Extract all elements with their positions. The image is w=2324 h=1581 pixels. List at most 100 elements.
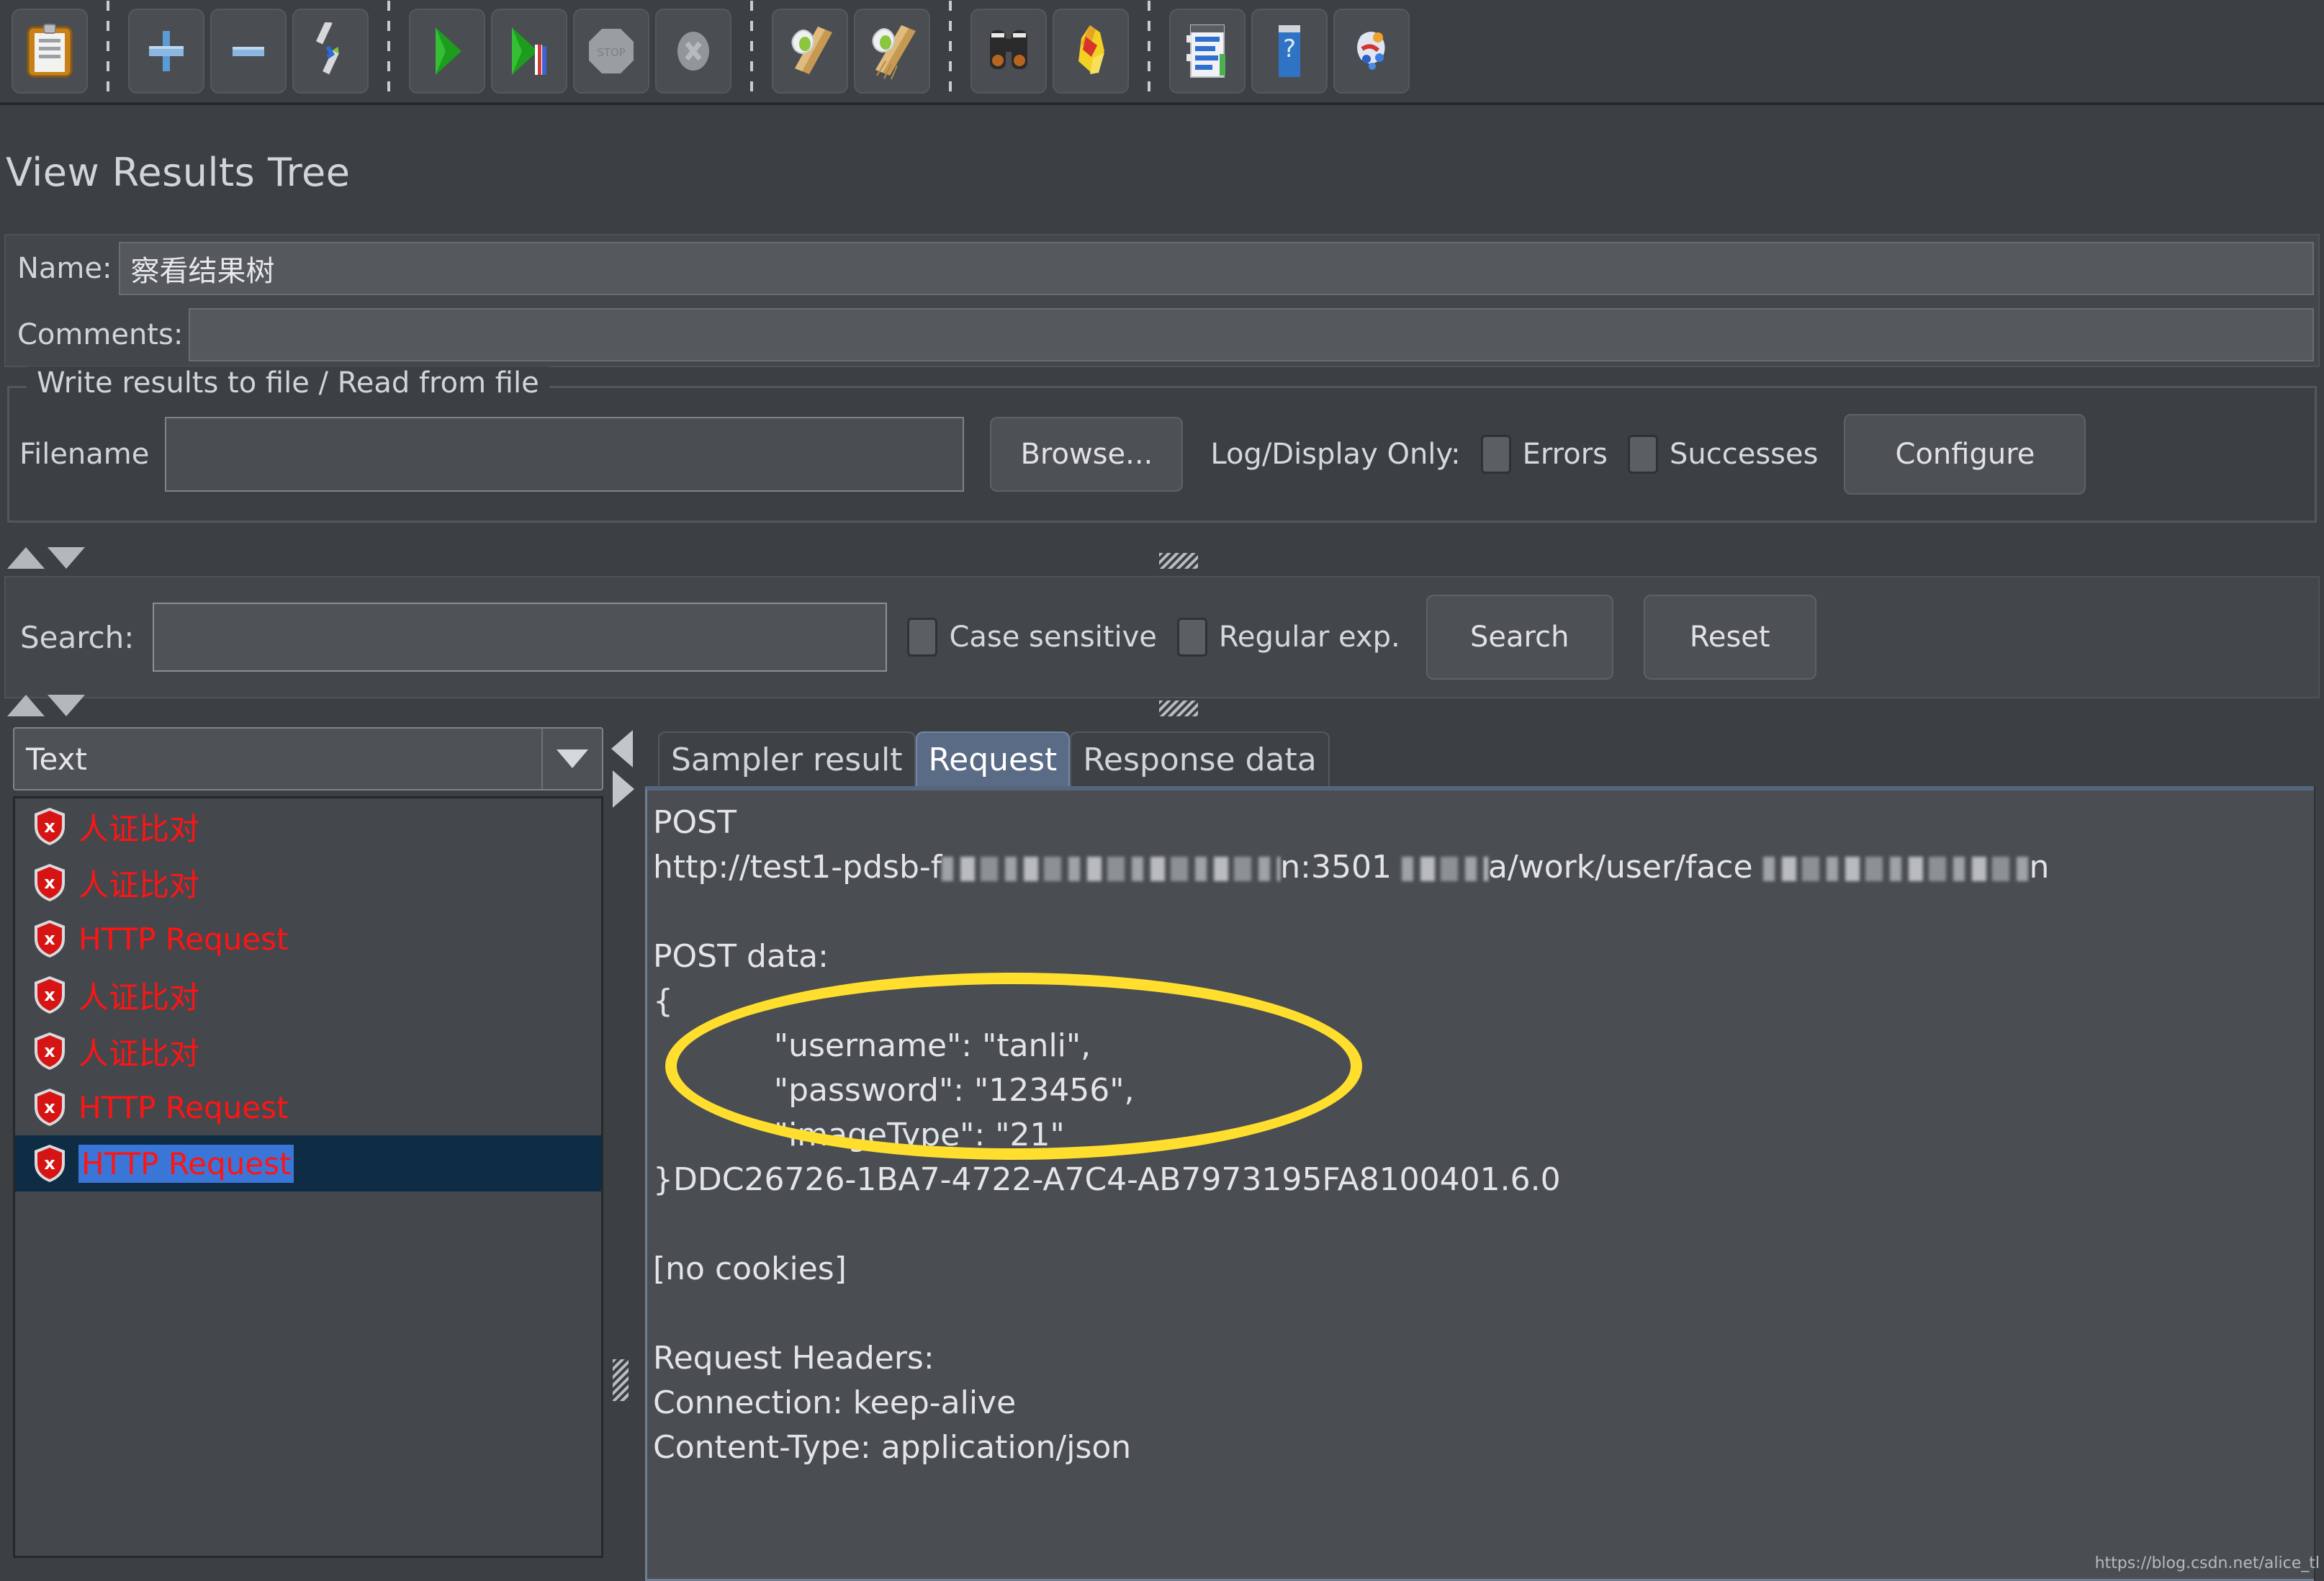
redacted-path-icon: [1402, 857, 1488, 881]
splitter-grip-vertical[interactable]: [613, 1359, 629, 1401]
renderer-select-arrow[interactable]: [541, 729, 602, 789]
yellow-broom-icon: [1064, 22, 1117, 80]
collapse-arrows-bottom[interactable]: [7, 695, 85, 716]
renderer-selected-value: Text: [14, 742, 541, 777]
search-label: Search:: [20, 620, 134, 655]
collapse-right-icon[interactable]: [613, 770, 634, 808]
toggle-button[interactable]: [292, 9, 369, 94]
tab-sampler-result[interactable]: Sampler result: [658, 731, 916, 786]
arrow-up-icon[interactable]: [7, 547, 45, 569]
binoculars-icon: [981, 26, 1036, 76]
request-url-suffix: n: [2030, 849, 2050, 886]
tree-item-label: HTTP Request: [78, 922, 288, 957]
tree-item-label: 人证比对: [78, 805, 199, 849]
request-headers-label: Request Headers:: [653, 1340, 934, 1377]
new-button[interactable]: [12, 9, 88, 94]
request-text-view[interactable]: POST http://test1-pdsb-fn:3501 a/work/us…: [645, 786, 2323, 1581]
comments-input[interactable]: [189, 308, 2314, 361]
arrow-down-icon[interactable]: [48, 695, 85, 716]
vertical-splitter[interactable]: [608, 726, 640, 1561]
reset-button[interactable]: Reset: [1644, 595, 1816, 680]
filename-input[interactable]: [165, 417, 964, 492]
renderer-select[interactable]: Text: [13, 727, 603, 790]
tree-row[interactable]: x HTTP Request: [15, 1135, 601, 1192]
main-toolbar: STOP: [0, 0, 2324, 105]
results-tree[interactable]: x 人证比对 x 人证比对 x HTTP Request: [13, 796, 603, 1558]
tree-row[interactable]: x 人证比对: [15, 798, 601, 855]
play-green-stripe-icon: [503, 24, 555, 78]
tree-row[interactable]: x 人证比对: [15, 855, 601, 911]
tree-item-label: 人证比对: [78, 1030, 199, 1073]
tree-row[interactable]: x 人证比对: [15, 1023, 601, 1079]
svg-text:x: x: [44, 816, 55, 837]
search-button[interactable]: [970, 9, 1047, 94]
svg-text:x: x: [44, 873, 55, 893]
svg-text:x: x: [44, 1153, 55, 1174]
add-button[interactable]: [128, 9, 204, 94]
svg-text:x: x: [44, 1097, 55, 1117]
name-input[interactable]: 察看结果树: [119, 242, 2314, 295]
toolbar-separator: [107, 1, 109, 102]
play-green-icon: [424, 24, 470, 78]
search-button[interactable]: Search: [1426, 595, 1613, 680]
text-view-right-edge: [2314, 786, 2324, 1581]
tab-request[interactable]: Request: [916, 731, 1071, 786]
tree-item-label: 人证比对: [78, 861, 199, 905]
right-pane: Sampler result Request Response data POS…: [642, 720, 2324, 1581]
search-bar: Search: Case sensitive Regular exp. Sear…: [4, 576, 2320, 698]
tree-item-label: HTTP Request: [78, 1145, 294, 1183]
filename-label: Filename: [19, 438, 149, 471]
colored-glyph-icon: [1345, 24, 1398, 78]
function-helper-button[interactable]: [1169, 9, 1246, 94]
regular-exp-label: Regular exp.: [1219, 621, 1400, 654]
reset-search-button[interactable]: [1053, 9, 1129, 94]
splitter-grip-bottom[interactable]: [1159, 701, 1198, 716]
regular-exp-checkbox[interactable]: [1177, 618, 1207, 657]
splitter-grip-top[interactable]: [1159, 553, 1198, 569]
minus-icon: [225, 28, 271, 74]
arrow-up-icon[interactable]: [7, 695, 45, 716]
successes-checkbox[interactable]: [1628, 435, 1658, 474]
shutdown-button[interactable]: [655, 9, 731, 94]
pencils-icon: [303, 22, 358, 80]
toolbar-separator: [1148, 1, 1150, 102]
configure-button[interactable]: Configure: [1844, 414, 2086, 495]
stop-sign-icon: STOP: [586, 26, 636, 76]
start-no-pauses-button[interactable]: [491, 9, 567, 94]
clear-all-button[interactable]: [854, 9, 930, 94]
left-pane: Text x 人证比对 x 人证比对: [13, 727, 603, 1562]
case-sensitive-label: Case sensitive: [949, 621, 1156, 654]
clear-button[interactable]: [772, 9, 848, 94]
svg-text:STOP: STOP: [597, 46, 626, 59]
plus-icon: [143, 28, 189, 74]
tree-row[interactable]: x 人证比对: [15, 967, 601, 1023]
search-input[interactable]: [153, 603, 887, 672]
request-url-path: a/work/user/face: [1488, 849, 1753, 886]
broom-green-icon: [782, 22, 838, 80]
tab-response-data[interactable]: Response data: [1070, 731, 1329, 786]
clipboard-icon: [24, 23, 76, 79]
json-password-line: "password": "123456",: [653, 1072, 1134, 1109]
remove-button[interactable]: [210, 9, 287, 94]
arrow-down-icon[interactable]: [48, 547, 85, 569]
name-comments-panel: Name: 察看结果树 Comments:: [4, 234, 2320, 367]
error-shield-icon: x: [32, 1087, 67, 1127]
browse-button[interactable]: Browse...: [990, 417, 1183, 492]
collapse-arrows-top[interactable]: [7, 547, 85, 569]
result-tabs: Sampler result Request Response data: [642, 720, 2324, 786]
header-content-type: Content-Type: application/json: [653, 1429, 1131, 1466]
start-button[interactable]: [409, 9, 485, 94]
case-sensitive-checkbox[interactable]: [907, 618, 937, 657]
comments-row: Comments:: [6, 302, 2318, 368]
tree-row[interactable]: x HTTP Request: [15, 911, 601, 967]
help-button[interactable]: ?: [1251, 9, 1328, 94]
collapse-left-icon[interactable]: [611, 730, 633, 767]
tree-row[interactable]: x HTTP Request: [15, 1079, 601, 1135]
log-display-only-label: Log/Display Only:: [1210, 438, 1460, 471]
errors-checkbox[interactable]: [1481, 435, 1511, 474]
stop-button[interactable]: STOP: [573, 9, 649, 94]
header-connection: Connection: keep-alive: [653, 1384, 1016, 1421]
watermark: https://blog.csdn.net/alice_tl: [2095, 1554, 2320, 1572]
tree-item-label: 人证比对: [78, 973, 199, 1017]
templates-button[interactable]: [1333, 9, 1410, 94]
